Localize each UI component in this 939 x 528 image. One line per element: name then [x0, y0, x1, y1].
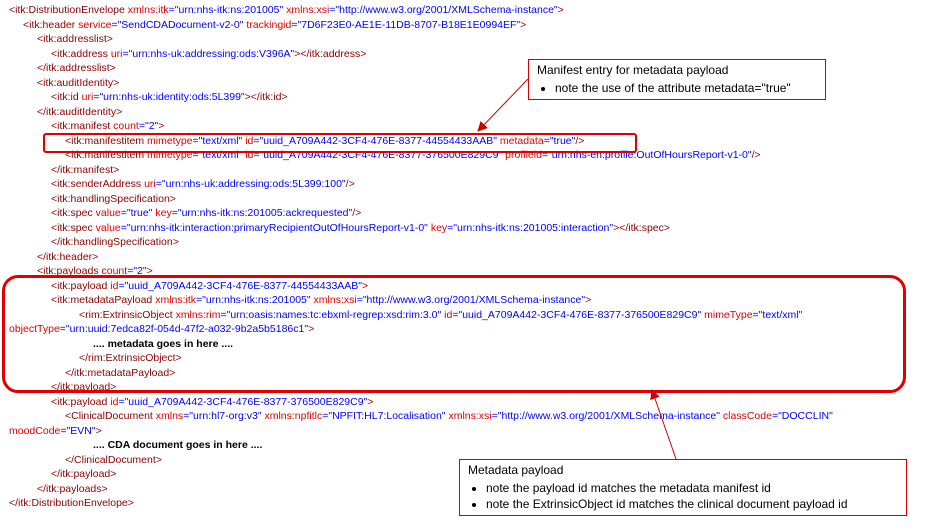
payload-callout-bullet-1: note the payload id matches the metadata…: [486, 480, 898, 496]
manifest-callout-title: Manifest entry for metadata payload: [537, 63, 729, 77]
manifest-callout-bullet: note the use of the attribute metadata="…: [555, 80, 817, 96]
manifest-callout-arrow: [477, 78, 529, 132]
payload-callout-arrow: [650, 389, 677, 460]
manifest-callout: Manifest entry for metadata payload note…: [528, 59, 826, 100]
payload-callout-bullet-2: note the ExtrinsicObject id matches the …: [486, 496, 898, 512]
payload-callout-title: Metadata payload: [468, 463, 564, 477]
payload-callout: Metadata payload note the payload id mat…: [459, 459, 907, 516]
